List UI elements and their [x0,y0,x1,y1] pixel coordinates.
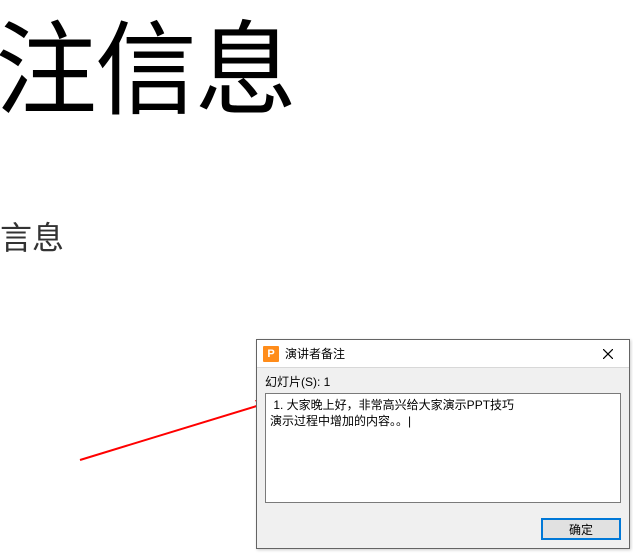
dialog-titlebar[interactable]: P 演讲者备注 [257,340,629,368]
page-heading: 注信息 [0,0,295,148]
dialog-title: 演讲者备注 [285,345,587,362]
annotation-arrow [75,340,275,465]
ok-button[interactable]: 确定 [541,518,621,540]
slide-number-label: 幻灯片(S): 1 [265,373,621,390]
close-button[interactable] [587,340,629,368]
speaker-notes-dialog: P 演讲者备注 幻灯片(S): 1 1. 大家晚上好，非常高兴给大家演示PPT技… [256,339,630,549]
page-subheading: 言息 [0,213,64,259]
dialog-body: 幻灯片(S): 1 1. 大家晚上好，非常高兴给大家演示PPT技巧 演示过程中增… [257,368,629,513]
close-icon [603,349,613,359]
notes-textarea[interactable]: 1. 大家晚上好，非常高兴给大家演示PPT技巧 演示过程中增加的内容。。| [265,393,621,503]
dialog-footer: 确定 [257,518,629,548]
app-icon: P [263,346,279,362]
